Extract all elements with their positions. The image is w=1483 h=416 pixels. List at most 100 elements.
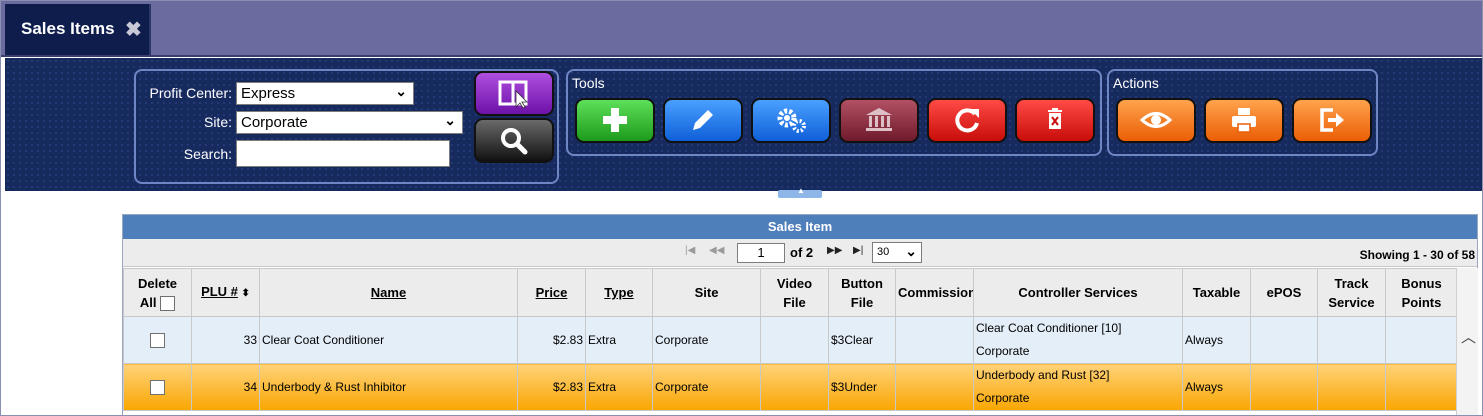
col-site: Site	[652, 268, 761, 317]
tab-label: Sales Items	[21, 19, 115, 38]
col-commission: Commission	[895, 268, 974, 317]
controller-service-site: Corporate	[976, 344, 1030, 358]
col-video-file-label: File	[783, 294, 806, 310]
header-row: Delete All PLU # ⬍ Name Price Type Site …	[123, 268, 1458, 317]
col-plu-label: PLU #	[201, 284, 238, 299]
table-row[interactable]: 33 Clear Coat Conditioner $2.83 Extra Co…	[123, 316, 1458, 364]
page-size-select[interactable]: 30 ⌄	[872, 242, 922, 263]
name-cell: Clear Coat Conditioner	[259, 316, 518, 364]
previous-page-icon[interactable]: ◀◀	[709, 245, 724, 256]
scroll-up-icon[interactable]: ︿	[1461, 326, 1476, 347]
profit-center-select[interactable]: Express ⌄	[236, 82, 414, 105]
price-cell: $2.83	[517, 316, 586, 364]
col-type-label: Type	[604, 285, 634, 300]
toolbar-collapse-handle[interactable]: ▲	[778, 186, 822, 198]
sales-item-table: Delete All PLU # ⬍ Name Price Type Site …	[123, 268, 1458, 411]
add-button[interactable]	[575, 98, 655, 143]
delete-all-checkbox[interactable]	[160, 295, 176, 311]
row-delete-cell	[123, 316, 192, 364]
institution-icon	[866, 108, 892, 131]
site-value: Corporate	[241, 114, 308, 131]
page-count: of 2	[790, 245, 814, 260]
col-controller-label: Controller Services	[1018, 285, 1138, 300]
table-row[interactable]: 34 Underbody & Rust Inhibitor $2.83 Extr…	[123, 363, 1458, 411]
close-icon[interactable]: ✖	[125, 17, 142, 42]
col-type[interactable]: Type	[585, 268, 653, 317]
col-name[interactable]: Name	[259, 268, 518, 317]
row-delete-checkbox[interactable]	[150, 332, 165, 348]
next-page-icon[interactable]: ▶▶	[827, 245, 842, 256]
commission-cell	[895, 316, 974, 364]
col-bonus-points: Bonus Points	[1385, 268, 1458, 317]
video-file-cell	[760, 316, 829, 364]
settings-button[interactable]	[751, 98, 831, 143]
col-track-label: Track	[1334, 275, 1369, 291]
col-site-label: Site	[694, 285, 719, 300]
button-file-cell: $3Clear	[828, 316, 896, 364]
edit-button[interactable]	[663, 98, 743, 143]
site-cell: Corporate	[652, 363, 761, 411]
taxable-cell: Always	[1182, 363, 1251, 411]
refresh-button[interactable]	[927, 98, 1007, 143]
institution-button[interactable]	[839, 98, 919, 143]
layout-columns-button[interactable]	[474, 71, 554, 116]
view-button[interactable]	[1116, 98, 1196, 143]
tab-sales-items[interactable]: Sales Items ✖	[5, 4, 151, 55]
col-plu[interactable]: PLU # ⬍	[191, 268, 260, 317]
col-button-file: Button File	[828, 268, 896, 317]
tab-bar: Sales Items ✖	[1, 1, 1482, 57]
sales-items-window: Sales Items ✖ Profit Center: Express ⌄ S…	[0, 0, 1483, 416]
delete-icon	[1048, 108, 1062, 129]
chevron-up-icon: ▲	[797, 186, 805, 195]
col-price[interactable]: Price	[517, 268, 586, 317]
vertical-scrollbar[interactable]: ︿	[1456, 268, 1478, 415]
type-cell: Extra	[585, 363, 653, 411]
bonus-points-cell	[1385, 316, 1458, 364]
site-select[interactable]: Corporate ⌄	[236, 111, 463, 134]
search-button[interactable]	[474, 118, 554, 163]
button-file-cell: $3Under	[828, 363, 896, 411]
refresh-icon	[955, 108, 979, 133]
page-size-value: 30	[877, 246, 890, 258]
export-button[interactable]	[1292, 98, 1372, 143]
track-service-cell	[1317, 363, 1386, 411]
epos-cell	[1250, 363, 1318, 411]
controller-service-name: Underbody and Rust [32]	[976, 368, 1110, 382]
row-delete-cell	[123, 363, 192, 411]
sales-item-grid: Sales Item |◀ ◀◀ 1 of 2 ▶▶ ▶| 30 ⌄ Showi…	[122, 214, 1478, 415]
col-delete: Delete All	[123, 268, 192, 317]
page-number-input[interactable]: 1	[737, 243, 785, 263]
sort-icon: ⬍	[241, 288, 250, 299]
col-taxable-label: Taxable	[1192, 285, 1241, 300]
print-button[interactable]	[1204, 98, 1284, 143]
bonus-points-cell	[1385, 363, 1458, 411]
layout-columns-icon	[498, 80, 528, 109]
profit-center-label: Profit Center:	[149, 85, 232, 101]
controller-service-name: Clear Coat Conditioner [10]	[976, 321, 1122, 335]
filter-group: Profit Center: Express ⌄ Site: Corporate…	[134, 69, 559, 184]
last-page-icon[interactable]: ▶|	[853, 245, 863, 256]
type-cell: Extra	[585, 316, 653, 364]
edit-pencil-icon	[693, 110, 713, 130]
col-epos: ePOS	[1250, 268, 1318, 317]
settings-gears-icon	[777, 108, 806, 133]
delete-button[interactable]	[1015, 98, 1095, 143]
chevron-down-icon: ⌄	[905, 243, 917, 259]
col-track-service: Track Service	[1317, 268, 1386, 317]
print-icon	[1232, 108, 1256, 133]
pager: |◀ ◀◀ 1 of 2 ▶▶ ▶| 30 ⌄ Showing 1 - 30 o…	[123, 239, 1477, 267]
price-cell: $2.83	[517, 363, 586, 411]
col-commission-label: Commission	[898, 285, 974, 300]
row-delete-checkbox[interactable]	[150, 379, 165, 395]
col-bonus-label: Bonus	[1401, 275, 1442, 291]
search-input[interactable]	[236, 140, 450, 167]
tools-label: Tools	[572, 75, 605, 91]
toolbar: Profit Center: Express ⌄ Site: Corporate…	[5, 58, 1482, 191]
view-eye-icon	[1139, 112, 1173, 128]
col-bonus-points-label: Points	[1401, 294, 1442, 310]
chevron-down-icon: ⌄	[444, 112, 456, 128]
showing-count: Showing 1 - 30 of 58	[1359, 248, 1475, 262]
tools-group: Tools	[566, 69, 1102, 156]
col-button-label: Button	[841, 275, 883, 291]
first-page-icon[interactable]: |◀	[685, 245, 695, 256]
